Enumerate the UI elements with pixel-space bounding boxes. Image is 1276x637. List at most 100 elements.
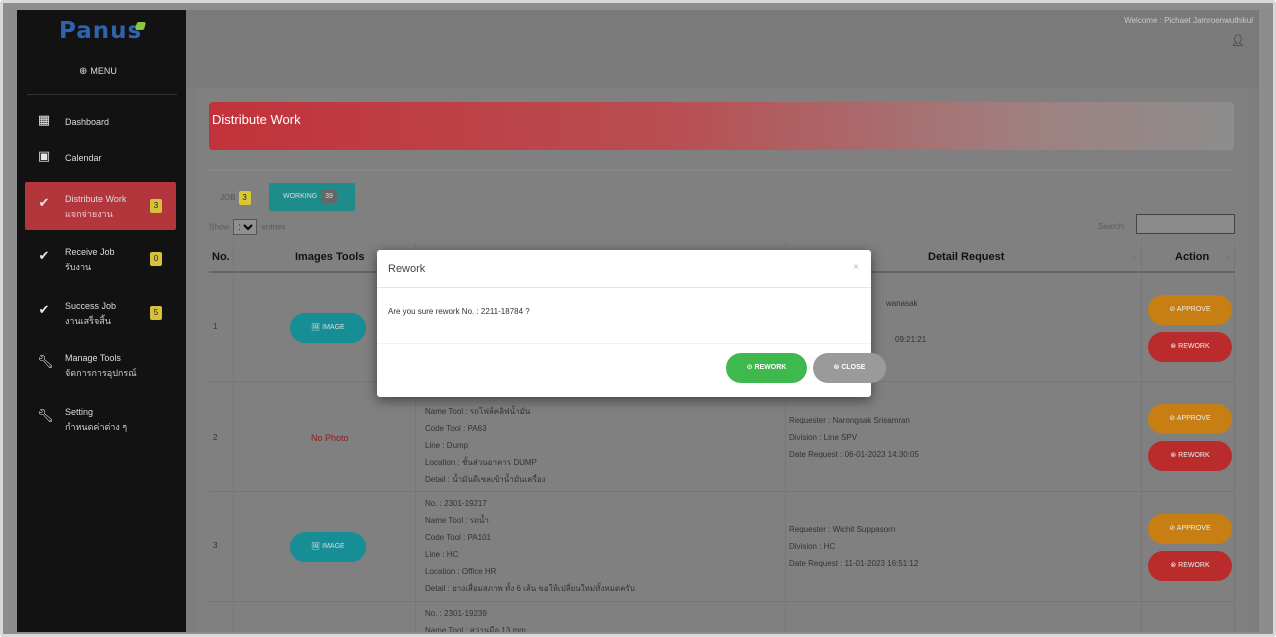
plus-circle-icon: ⊕ <box>79 66 88 77</box>
sidebar-item-receive-job[interactable]: ✔ Receive Job รับงาน 0 <box>17 240 186 280</box>
row-no: 1 <box>213 322 218 331</box>
entries-select[interactable]: 10 <box>233 219 258 235</box>
tab-working-label: WORKING <box>283 193 318 200</box>
sidebar-item-label: Manage Tools <box>65 353 121 363</box>
header-images[interactable]: Images Tools <box>295 251 364 263</box>
rework-modal: Rework × Are you sure rework No. : 2211-… <box>377 250 886 397</box>
check-circle-icon: ⊘ <box>1169 525 1177 532</box>
app-screen: Panus ⊕ MENU ▦ Dashboard ▣ Calendar ✔ Dis… <box>17 10 1259 632</box>
tool-line: Detail : น้ำมันดีเซลเข้าน้ำมันเครื่อง <box>425 475 546 484</box>
show-entries: Show 10 entries <box>209 219 286 235</box>
request-line: Requester : Narongsak Srisamran <box>789 416 910 425</box>
confirm-rework-button[interactable]: ⊘ REWORK <box>726 353 807 383</box>
image-icon: 🖼︎ <box>311 324 323 331</box>
search-input[interactable] <box>1136 214 1235 234</box>
sort-icon: ⇕ <box>1225 255 1231 262</box>
tab-job-badge: 3 <box>238 191 251 205</box>
approve-button[interactable]: ⊘ APPROVE <box>1148 295 1232 325</box>
check-icon: ✔ <box>38 302 50 317</box>
rework-button[interactable]: ⊗ REWORK <box>1148 441 1232 471</box>
sidebar-item-manage-tools[interactable]: 🔧︎ Manage Tools จัดการการอุปกรณ์ <box>17 346 186 386</box>
menu-toggle[interactable]: ⊕ MENU <box>79 66 117 77</box>
logo: Panus <box>59 18 143 44</box>
approve-label: APPROVE <box>1176 525 1211 532</box>
table-row: 2 No Photo Name Tool : รถโฟล์คลิฟน้ำมัน … <box>209 382 1235 492</box>
sidebar-item-label: Distribute Work <box>65 194 127 204</box>
logo-mark-icon <box>134 22 147 30</box>
check-circle-icon: ⊘ <box>1169 415 1177 422</box>
user-icon[interactable]: 👤︎ <box>1231 34 1245 47</box>
image-button[interactable]: 🖼︎ IMAGE <box>290 313 366 343</box>
request-line: 09:21:21 <box>895 335 927 344</box>
approve-button[interactable]: ⊘ APPROVE <box>1148 514 1232 544</box>
sidebar-item-sublabel: กำหนดค่าต่าง ๆ <box>65 422 128 432</box>
image-button-label: IMAGE <box>322 324 345 331</box>
sidebar-item-success-job[interactable]: ✔ Success Job งานเสร็จสิ้น 5 <box>17 294 186 334</box>
sidebar-item-label: Calendar <box>65 153 102 163</box>
tab-job-label: JOB <box>220 193 236 202</box>
approve-button[interactable]: ⊘ APPROVE <box>1148 404 1232 434</box>
tool-line: Name Tool : รถโฟล์คลิฟน้ำมัน <box>425 407 531 416</box>
sidebar-item-sublabel: จัดการการอุปกรณ์ <box>65 368 137 378</box>
x-circle-icon: ⊗ <box>1170 343 1179 350</box>
approve-label: APPROVE <box>1176 306 1211 313</box>
close-button-label: CLOSE <box>841 364 866 371</box>
x-circle-icon: ⊗ <box>1170 562 1179 569</box>
tab-working-badge: 39 <box>321 190 337 203</box>
sidebar-item-label: Setting <box>65 407 94 417</box>
header-detail-request[interactable]: Detail Request <box>928 251 1004 263</box>
x-circle-icon: ⊗ <box>1170 452 1179 459</box>
page-title: Distribute Work <box>212 112 301 127</box>
search-label: Search: <box>1098 222 1126 231</box>
image-button-label: IMAGE <box>322 543 345 550</box>
tool-line: Code Tool : PA63 <box>425 424 487 433</box>
close-icon[interactable]: × <box>853 262 859 273</box>
request-line: Division : Line SPV <box>789 433 858 442</box>
rework-label: REWORK <box>1178 562 1210 569</box>
wrench-icon: 🔧︎ <box>37 354 54 369</box>
sidebar-item-distribute-work[interactable]: ✔ Distribute Work แจกจ่ายงาน 3 <box>25 182 176 230</box>
modal-title: Rework <box>388 263 426 275</box>
sidebar-item-calendar[interactable]: ▣ Calendar <box>17 140 186 180</box>
rework-button[interactable]: ⊗ REWORK <box>1148 332 1232 362</box>
modal-divider <box>377 343 871 344</box>
tool-line: Line : Dump <box>425 441 469 450</box>
close-button[interactable]: ⊗ CLOSE <box>813 353 886 383</box>
sidebar-divider <box>27 94 177 95</box>
rework-label: REWORK <box>1178 452 1210 459</box>
check-circle-icon: ⊘ <box>1169 306 1177 313</box>
sidebar: Panus ⊕ MENU ▦ Dashboard ▣ Calendar ✔ Dis… <box>17 10 186 632</box>
divider <box>209 170 1234 171</box>
window-frame: Panus ⊕ MENU ▦ Dashboard ▣ Calendar ✔ Dis… <box>0 0 1276 637</box>
sidebar-item-setting[interactable]: 🔧︎ Setting กำหนดค่าต่าง ๆ <box>17 400 186 440</box>
row-no: 2 <box>213 433 218 442</box>
row-no: 3 <box>213 541 218 550</box>
request-line: Date Request : 06-01-2023 14:30:05 <box>789 450 919 459</box>
sidebar-item-badge: 0 <box>150 252 162 266</box>
header-action[interactable]: Action <box>1175 251 1209 263</box>
sidebar-item-badge: 5 <box>150 306 162 320</box>
image-icon: 🖼︎ <box>311 543 323 550</box>
tab-job[interactable]: JOB 3 <box>220 191 251 205</box>
sidebar-item-label: Receive Job <box>65 247 115 257</box>
dashboard-icon: ▦ <box>37 112 51 127</box>
modal-message: Are you sure rework No. : 2211-18784 ? <box>388 307 530 316</box>
rework-label: REWORK <box>1178 343 1210 350</box>
tool-line: Name Tool : รถน้ำ <box>425 516 489 525</box>
tab-working[interactable]: WORKING 39 <box>269 183 355 211</box>
tool-line: Location : ชั้นส่วนอาคาร DUMP <box>425 458 537 467</box>
tool-line: Code Tool : PA101 <box>425 533 491 542</box>
wrench-icon: 🔧︎ <box>37 408 54 423</box>
image-button[interactable]: 🖼︎ IMAGE <box>290 532 366 562</box>
rework-button[interactable]: ⊗ REWORK <box>1148 551 1232 581</box>
confirm-rework-label: REWORK <box>754 364 787 371</box>
tool-line: Location : Office HR <box>425 567 497 576</box>
approve-label: APPROVE <box>1176 415 1211 422</box>
request-line: Requester : Wichit Suppasorn <box>789 525 896 534</box>
sidebar-item-dashboard[interactable]: ▦ Dashboard <box>17 104 186 144</box>
menu-label: MENU <box>90 66 117 76</box>
check-icon: ✔ <box>38 195 50 210</box>
sidebar-item-sublabel: งานเสร็จสิ้น <box>65 316 111 326</box>
header-no[interactable]: No. <box>212 251 230 263</box>
tool-line: No. : 2301-19239 <box>425 609 487 618</box>
